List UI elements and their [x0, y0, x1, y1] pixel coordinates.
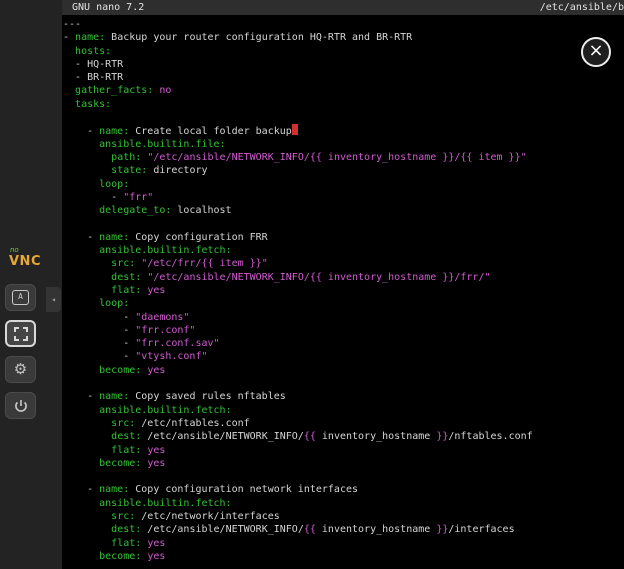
- editor-line: become: yes: [63, 364, 624, 377]
- terminal-window[interactable]: GNU nano 7.2 /etc/ansible/b ---- name: B…: [62, 0, 624, 569]
- power-icon: [14, 399, 28, 413]
- editor-line: src: /etc/network/interfaces: [63, 510, 624, 523]
- editor-line: - BR-RTR: [63, 71, 624, 84]
- editor-line: flat: yes: [63, 537, 624, 550]
- chevron-left-icon: ◂: [51, 295, 56, 304]
- novnc-logo: no VNC: [9, 246, 41, 269]
- editor-line: - "vtysh.conf": [63, 350, 624, 363]
- control-bar-handle[interactable]: ◂: [46, 287, 61, 312]
- editor-line: gather_facts: no: [63, 84, 624, 97]
- editor-line: loop:: [63, 297, 624, 310]
- nano-titlebar: GNU nano 7.2 /etc/ansible/b: [62, 0, 624, 15]
- gear-icon: ⚙: [14, 362, 27, 377]
- editor-line: dest: /etc/ansible/NETWORK_INFO/{{ inven…: [63, 430, 624, 443]
- editor-line: - name: Backup your router configuration…: [63, 31, 624, 44]
- editor-line: [63, 111, 624, 124]
- settings-button[interactable]: ⚙: [5, 356, 36, 383]
- editor-line: ---: [63, 18, 624, 31]
- editor-line: ansible.builtin.fetch:: [63, 404, 624, 417]
- editor-line: - name: Copy configuration network inter…: [63, 483, 624, 496]
- close-button[interactable]: ×: [581, 37, 611, 67]
- novnc-logo-small: no: [10, 246, 41, 254]
- editor-line: become: yes: [63, 550, 624, 563]
- editor-line: state: directory: [63, 164, 624, 177]
- editor-line: hosts:: [63, 45, 624, 58]
- fullscreen-icon: [14, 327, 28, 341]
- editor-line: loop:: [63, 178, 624, 191]
- editor-line: ansible.builtin.fetch:: [63, 244, 624, 257]
- nano-buffer[interactable]: ---- name: Backup your router configurat…: [62, 15, 624, 563]
- editor-line: flat: yes: [63, 444, 624, 457]
- editor-line: - "frr.conf.sav": [63, 337, 624, 350]
- power-button[interactable]: [5, 392, 36, 419]
- close-icon: ×: [588, 42, 603, 60]
- vnc-control-bar: no VNC ◂ A ⚙: [0, 0, 62, 569]
- keyboard-icon: A: [12, 290, 29, 305]
- nano-filepath: /etc/ansible/b: [540, 0, 624, 15]
- novnc-logo-text: VNC: [9, 254, 41, 269]
- editor-line: src: /etc/nftables.conf: [63, 417, 624, 430]
- editor-line: - name: Copy configuration FRR: [63, 231, 624, 244]
- editor-line: delegate_to: localhost: [63, 204, 624, 217]
- editor-line: - "frr": [63, 191, 624, 204]
- editor-line: become: yes: [63, 457, 624, 470]
- editor-line: dest: "/etc/ansible/NETWORK_INFO/{{ inve…: [63, 271, 624, 284]
- editor-line: - "daemons": [63, 311, 624, 324]
- editor-line: dest: /etc/ansible/NETWORK_INFO/{{ inven…: [63, 523, 624, 536]
- editor-line: flat: yes: [63, 284, 624, 297]
- editor-line: [63, 377, 624, 390]
- editor-line: path: "/etc/ansible/NETWORK_INFO/{{ inve…: [63, 151, 624, 164]
- fullscreen-button[interactable]: [5, 320, 36, 347]
- editor-line: [63, 470, 624, 483]
- editor-line: - "frr.conf": [63, 324, 624, 337]
- text-cursor: [292, 124, 298, 135]
- editor-line: - name: Copy saved rules nftables: [63, 390, 624, 403]
- keyboard-button[interactable]: A: [5, 284, 36, 311]
- editor-line: ansible.builtin.fetch:: [63, 497, 624, 510]
- editor-line: tasks:: [63, 98, 624, 111]
- editor-line: - name: Create local folder backup: [63, 124, 624, 137]
- editor-line: - HQ-RTR: [63, 58, 624, 71]
- editor-line: ansible.builtin.file:: [63, 138, 624, 151]
- nano-version-label: GNU nano 7.2: [72, 0, 144, 15]
- editor-line: [63, 217, 624, 230]
- editor-line: src: "/etc/frr/{{ item }}": [63, 257, 624, 270]
